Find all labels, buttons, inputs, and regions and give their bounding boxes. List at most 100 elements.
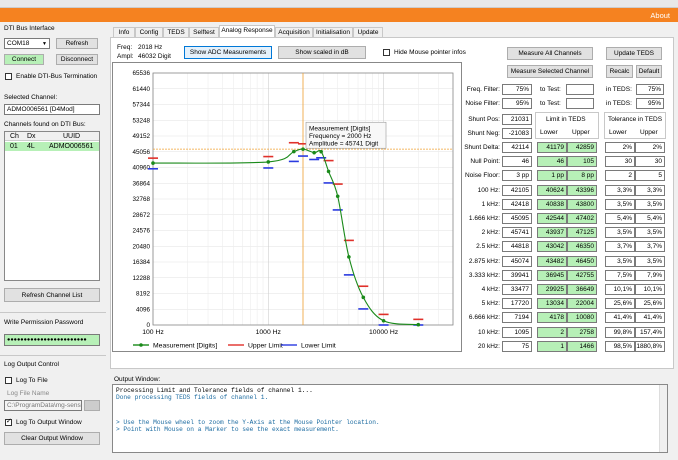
row-tol-lower[interactable]: 7,5% (605, 269, 635, 281)
table-row[interactable]: 01 4L ADMO006561 (5, 142, 99, 151)
row-tol-lower[interactable]: 98,5% (605, 340, 635, 352)
row-lower-limit[interactable]: 1 (537, 340, 567, 352)
row-lower-limit[interactable]: 13034 (537, 298, 567, 310)
row-value[interactable]: 1095 (502, 326, 532, 338)
row-upper-limit[interactable]: 46450 (567, 255, 597, 267)
tab-analog-response[interactable]: Analog Response (219, 25, 275, 37)
row-lower-limit[interactable]: 29925 (537, 284, 567, 295)
row-tol-upper[interactable]: 41,4% (635, 312, 665, 324)
row-tol-upper[interactable]: 7,9% (635, 269, 665, 281)
tab-config[interactable]: Config (135, 27, 163, 37)
tab-teds[interactable]: TEDS (163, 27, 189, 37)
row-tol-lower[interactable]: 3,5% (605, 198, 635, 210)
row-value[interactable]: 75 (502, 340, 532, 352)
row-tol-upper[interactable]: 3,7% (635, 241, 665, 253)
tab-acquisition[interactable]: Acquisition (275, 27, 313, 37)
com-port-select[interactable]: COM18 ▼ (4, 38, 50, 49)
row-tol-lower[interactable]: 30 (605, 156, 635, 168)
update-teds-button[interactable]: Update TEDS (606, 47, 662, 60)
row-value[interactable]: 45741 (502, 227, 532, 239)
row-tol-upper[interactable]: 3,5% (635, 227, 665, 239)
disconnect-button[interactable]: Disconnect (56, 54, 98, 65)
noise-filter-input[interactable]: 95% (502, 98, 532, 109)
enable-termination-checkbox[interactable] (5, 73, 12, 80)
row-tol-lower[interactable]: 41,4% (605, 312, 635, 324)
row-upper-limit[interactable]: 2758 (567, 326, 597, 338)
plot-area[interactable]: 0 4096 8192 12288 16384 20480 24576 28672 32768 3… (112, 62, 462, 352)
row-upper-limit[interactable]: 46350 (567, 241, 597, 253)
row-value[interactable]: 45074 (502, 255, 532, 267)
row-tol-upper[interactable]: 3,3% (635, 184, 665, 196)
tab-update[interactable]: Update (353, 27, 383, 37)
row-value[interactable]: 46 (502, 156, 532, 168)
row-lower-limit[interactable]: 36945 (537, 269, 567, 281)
freq-to-test-input[interactable] (566, 84, 594, 95)
row-upper-limit[interactable]: 42859 (567, 142, 597, 153)
row-tol-upper[interactable]: 3,5% (635, 198, 665, 210)
row-upper-limit[interactable]: 1466 (567, 340, 597, 352)
row-upper-limit[interactable]: 43396 (567, 184, 597, 196)
row-tol-upper[interactable]: 1880,8% (635, 340, 665, 352)
row-tol-upper[interactable]: 25,6% (635, 298, 665, 310)
row-tol-lower[interactable]: 10,1% (605, 284, 635, 295)
freq-filter-input[interactable]: 75% (502, 84, 532, 95)
tab-initialisation[interactable]: Initialisation (313, 27, 353, 37)
hide-mouse-checkbox[interactable] (383, 49, 390, 56)
row-tol-lower[interactable]: 3,5% (605, 255, 635, 267)
row-tol-upper[interactable]: 10,1% (635, 284, 665, 295)
refresh-button[interactable]: Refresh (56, 38, 98, 49)
shunt-neg-input[interactable]: -21083 (502, 128, 532, 139)
row-value[interactable]: 7194 (502, 312, 532, 324)
row-value[interactable]: 39941 (502, 269, 532, 281)
row-tol-lower[interactable]: 2% (605, 142, 635, 153)
password-field[interactable]: ●●●●●●●●●●●●●●●●●●●●●●●● (4, 334, 100, 346)
row-lower-limit[interactable]: 1 pp (537, 170, 567, 182)
row-lower-limit[interactable]: 43937 (537, 227, 567, 239)
row-upper-limit[interactable]: 10080 (567, 312, 597, 324)
row-tol-lower[interactable]: 99,8% (605, 326, 635, 338)
row-tol-upper[interactable]: 30 (635, 156, 665, 168)
row-lower-limit[interactable]: 46 (537, 156, 567, 168)
row-tol-lower[interactable]: 5,4% (605, 213, 635, 224)
row-upper-limit[interactable]: 22004 (567, 298, 597, 310)
row-upper-limit[interactable]: 43800 (567, 198, 597, 210)
row-value[interactable]: 3 pp (502, 170, 532, 182)
row-tol-upper[interactable]: 5,4% (635, 213, 665, 224)
row-lower-limit[interactable]: 41179 (537, 142, 567, 153)
row-lower-limit[interactable]: 42544 (537, 213, 567, 224)
row-upper-limit[interactable]: 105 (567, 156, 597, 168)
row-upper-limit[interactable]: 47125 (567, 227, 597, 239)
log-to-output-window-checkbox[interactable] (5, 417, 12, 426)
shunt-pos-input[interactable]: 21031 (502, 114, 532, 125)
about-link[interactable]: About (650, 11, 670, 20)
row-tol-lower[interactable]: 2 (605, 170, 635, 182)
row-tol-upper[interactable]: 3,5% (635, 255, 665, 267)
tab-info[interactable]: Info (113, 27, 135, 37)
browse-button[interactable] (84, 400, 100, 411)
tab-selftest[interactable]: Selftest (189, 27, 219, 37)
row-value[interactable]: 44818 (502, 241, 532, 253)
row-tol-lower[interactable]: 3,5% (605, 227, 635, 239)
output-scrollbar[interactable] (659, 385, 667, 452)
row-upper-limit[interactable]: 42755 (567, 269, 597, 281)
freq-in-teds-input[interactable]: 75% (636, 84, 664, 95)
row-lower-limit[interactable]: 40838 (537, 198, 567, 210)
output-window[interactable]: Processing Limit and Tolerance fields of… (112, 384, 668, 453)
recalc-button[interactable]: Recalc (606, 65, 633, 78)
show-db-button[interactable]: Show scaled in dB (278, 46, 366, 59)
row-upper-limit[interactable]: 47402 (567, 213, 597, 224)
row-lower-limit[interactable]: 43042 (537, 241, 567, 253)
row-tol-lower[interactable]: 25,6% (605, 298, 635, 310)
row-value[interactable]: 42105 (502, 184, 532, 196)
log-file-path-field[interactable]: C:\ProgramData\mg-sensor (4, 400, 82, 411)
show-adc-button[interactable]: Show ADC Measurements (184, 46, 272, 59)
row-value[interactable]: 33477 (502, 284, 532, 295)
row-lower-limit[interactable]: 4178 (537, 312, 567, 324)
measure-all-button[interactable]: Measure All Channels (507, 47, 593, 60)
measure-selected-button[interactable]: Measure Selected Channel (507, 65, 593, 78)
row-upper-limit[interactable]: 36649 (567, 284, 597, 295)
default-button[interactable]: Default (636, 65, 662, 78)
row-tol-lower[interactable]: 3,3% (605, 184, 635, 196)
row-lower-limit[interactable]: 40624 (537, 184, 567, 196)
clear-output-window-button[interactable]: Clear Output Window (4, 432, 100, 445)
